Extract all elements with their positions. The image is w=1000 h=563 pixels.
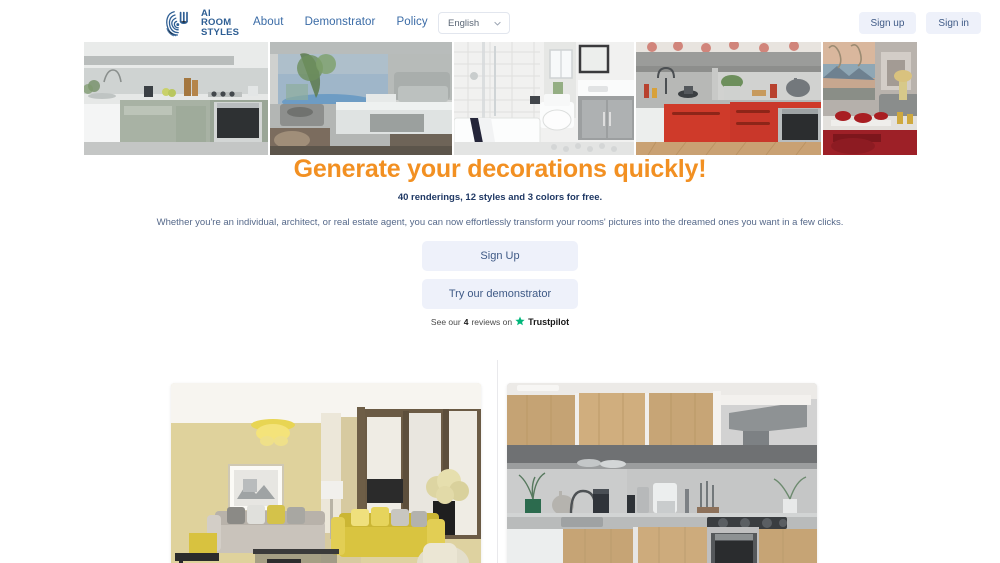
language-selector[interactable]: English: [438, 12, 510, 34]
hero-image-1: [84, 42, 268, 155]
page-title: Generate your decorations quickly!: [293, 155, 707, 183]
landing-page: AI ROOM STYLES About Demonstrator Policy…: [0, 0, 1000, 563]
trustpilot-review-count: 4: [463, 317, 469, 327]
sign-up-cta-button[interactable]: Sign Up: [422, 241, 578, 271]
hero-description: Whether you're an individual, architect,…: [156, 217, 844, 228]
sign-up-button[interactable]: Sign up: [858, 12, 917, 34]
nav-about[interactable]: About: [253, 16, 284, 28]
nav-demonstrator[interactable]: Demonstrator: [305, 16, 376, 28]
hero-image-3: [454, 42, 634, 155]
trustpilot-star-icon: [515, 316, 525, 328]
gallery-card-kitchen[interactable]: [507, 383, 817, 563]
spiral-swirl-logo-icon: [163, 7, 195, 39]
gallery-section: [160, 360, 834, 563]
brand-line-3: STYLES: [201, 26, 240, 38]
brand-wordmark: AI ROOM STYLES: [201, 9, 239, 37]
nav-policy[interactable]: Policy: [396, 16, 427, 28]
sign-in-button[interactable]: Sign in: [926, 12, 981, 34]
hero-image-strip: [84, 42, 917, 155]
hero-image-2: [270, 42, 452, 155]
hero-image-4: [636, 42, 821, 155]
hero-image-5: [823, 42, 917, 155]
try-demonstrator-button[interactable]: Try our demonstrator: [422, 279, 578, 309]
trustpilot-middle-text: reviews on: [471, 317, 513, 327]
trustpilot-rating[interactable]: See our 4 reviews on Trustpilot: [0, 316, 1000, 328]
brand-logo[interactable]: AI ROOM STYLES: [163, 7, 239, 39]
gallery-column-left: [160, 360, 497, 563]
trustpilot-brand-name: Trustpilot: [528, 317, 570, 327]
site-header: AI ROOM STYLES About Demonstrator Policy…: [0, 0, 1000, 46]
language-selected-value: English: [448, 17, 480, 29]
trustpilot-prefix: See our: [430, 317, 461, 327]
chevron-down-icon: [493, 19, 502, 28]
gallery-card-living-room[interactable]: [171, 383, 481, 563]
auth-buttons: Sign up Sign in: [858, 12, 981, 34]
hero-subtitle: 40 renderings, 12 styles and 3 colors fo…: [397, 192, 603, 203]
gallery-column-right: [497, 360, 834, 563]
